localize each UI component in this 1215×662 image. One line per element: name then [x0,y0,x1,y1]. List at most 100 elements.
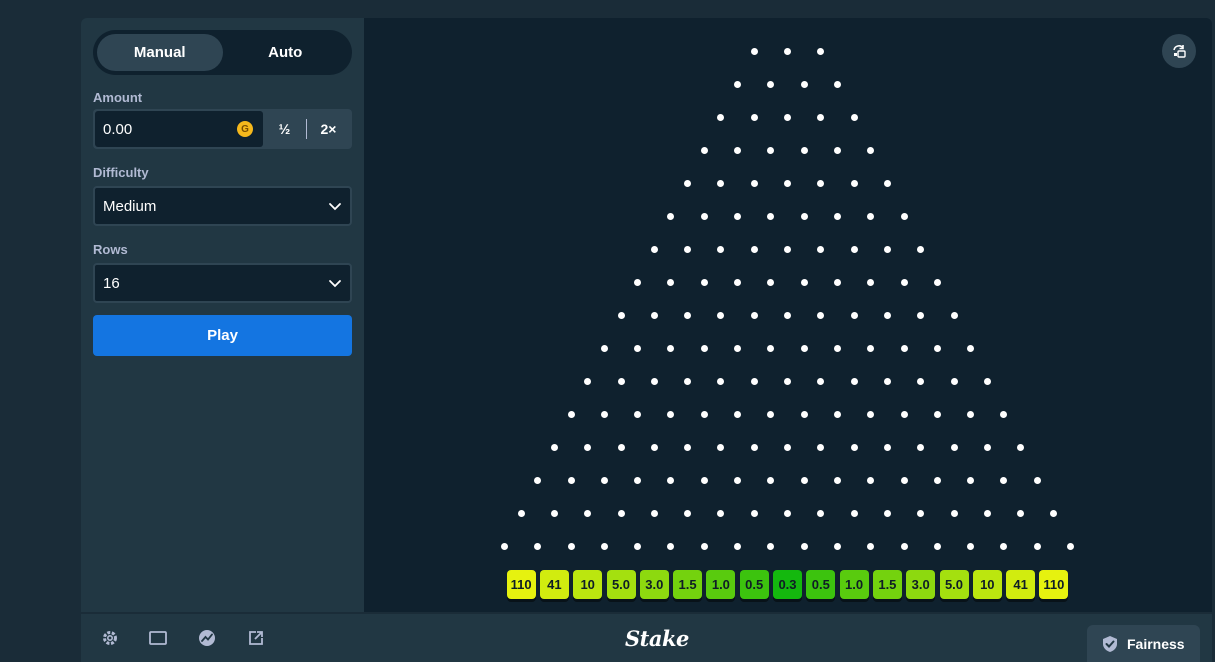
peg [817,113,825,121]
popout-icon[interactable] [246,628,266,648]
peg [750,113,758,121]
peg [933,410,941,418]
peg [917,443,925,451]
peg [684,311,692,319]
peg [650,509,658,517]
peg [634,278,642,286]
multiplier-bucket: 1.0 [839,570,869,599]
peg [900,278,908,286]
peg [600,476,608,484]
peg [800,212,808,220]
peg [667,344,675,352]
coin-icon: G [237,121,253,137]
peg [883,311,891,319]
peg [817,47,825,55]
peg [983,509,991,517]
shield-check-icon [1103,635,1117,652]
footer-bar: Stake Fairness [81,612,1212,662]
peg [717,245,725,253]
peg [867,146,875,154]
peg [867,542,875,550]
multiplier-bucket: 3.0 [906,570,936,599]
peg [833,410,841,418]
fairness-button[interactable]: Fairness [1087,625,1200,662]
peg [534,476,542,484]
peg [800,146,808,154]
peg [584,509,592,517]
peg [734,344,742,352]
peg [767,80,775,88]
peg [700,212,708,220]
peg [850,113,858,121]
peg [800,80,808,88]
peg [800,410,808,418]
peg [684,179,692,187]
half-amount-button[interactable]: ½ [263,111,306,147]
peg [1017,509,1025,517]
peg [833,476,841,484]
peg [600,344,608,352]
peg [717,113,725,121]
peg [917,509,925,517]
peg [634,476,642,484]
hotkeys-button[interactable] [1162,34,1196,68]
difficulty-value: Medium [103,197,157,215]
peg [817,377,825,385]
peg [883,509,891,517]
peg [684,509,692,517]
bet-sidebar: Manual Auto Amount G ½ 2× Difficulty Med… [81,18,364,612]
multiplier-bucket: 1.5 [872,570,902,599]
peg [750,443,758,451]
peg [800,278,808,286]
peg [833,146,841,154]
rows-select[interactable]: 16 [93,263,352,303]
gear-icon[interactable] [100,628,120,648]
peg [634,410,642,418]
peg [850,311,858,319]
play-button[interactable]: Play [93,315,352,356]
peg [933,542,941,550]
chevron-down-icon [329,280,341,288]
peg [850,245,858,253]
peg [717,179,725,187]
peg [950,311,958,319]
peg [767,476,775,484]
peg [734,278,742,286]
multiplier-bucket: 0.3 [773,570,802,599]
peg [734,80,742,88]
manual-tab[interactable]: Manual [97,34,223,71]
peg [883,377,891,385]
peg [933,344,941,352]
peg [767,146,775,154]
peg [867,212,875,220]
peg [617,443,625,451]
peg [817,509,825,517]
peg [917,311,925,319]
peg [767,410,775,418]
keyboard-swap-icon [1173,45,1186,58]
peg [900,542,908,550]
peg [900,410,908,418]
peg [700,344,708,352]
peg [1067,542,1075,550]
auto-tab[interactable]: Auto [223,34,349,71]
peg [850,443,858,451]
peg [950,377,958,385]
peg [750,47,758,55]
peg [784,377,791,385]
peg [817,311,825,319]
peg [750,509,758,517]
peg [784,443,791,451]
mode-toggle: Manual Auto [93,30,352,75]
peg [700,476,708,484]
double-amount-button[interactable]: 2× [307,111,350,147]
multiplier-bucket: 5.0 [606,570,636,599]
peg [817,443,825,451]
window-icon[interactable] [148,628,168,648]
chart-icon[interactable] [197,628,217,648]
difficulty-select[interactable]: Medium [93,186,352,226]
peg [917,377,925,385]
peg [617,377,625,385]
peg [1050,509,1058,517]
peg [867,476,875,484]
